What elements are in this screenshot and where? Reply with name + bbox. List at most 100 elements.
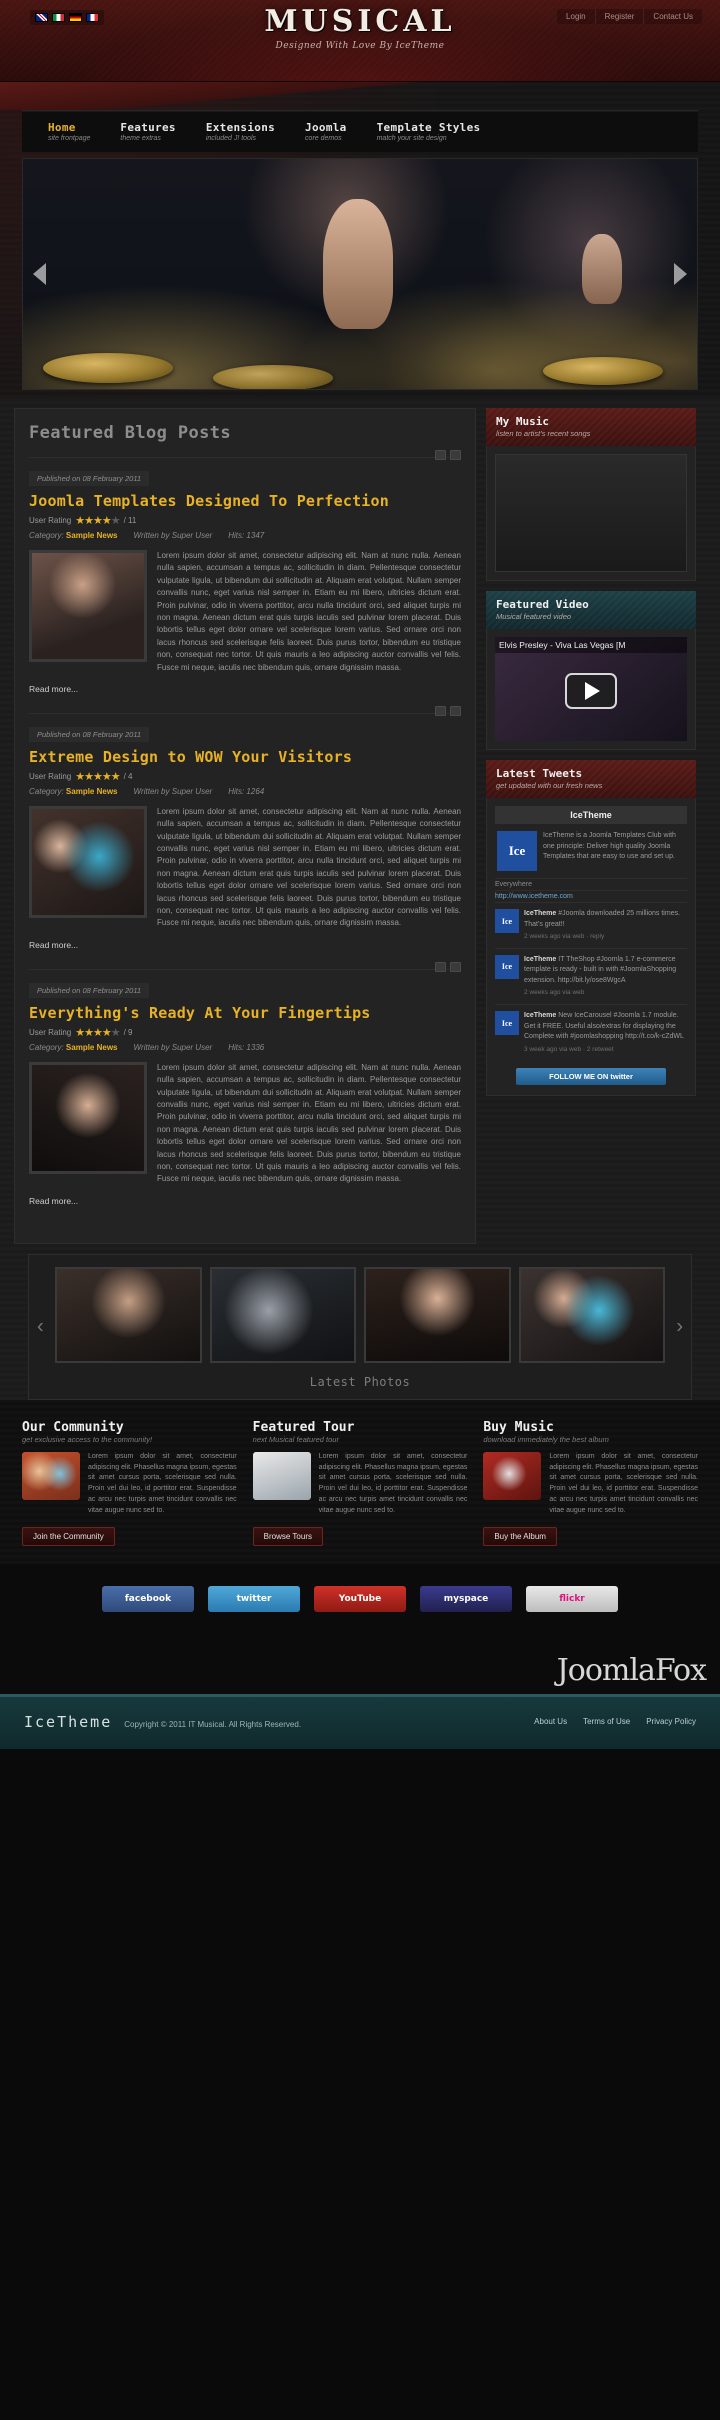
module-body: Elvis Presley - Viva Las Vegas [M <box>486 629 696 750</box>
post-thumbnail[interactable] <box>29 805 147 918</box>
email-icon[interactable] <box>450 961 461 972</box>
nav-item-features[interactable]: Features theme extras <box>106 121 191 142</box>
chevron-right-icon[interactable]: › <box>676 1315 683 1338</box>
nav-item-extensions[interactable]: Extensions included J! tools <box>192 121 291 142</box>
about-us-link[interactable]: About Us <box>534 1717 567 1726</box>
read-more-link[interactable]: Read more... <box>29 684 78 694</box>
second-figure <box>582 234 622 304</box>
site-footer: IceTheme Copyright © 2011 IT Musical. Al… <box>0 1693 720 1749</box>
read-more-link[interactable]: Read more... <box>29 940 78 950</box>
community-icon <box>22 1451 80 1500</box>
read-more-link[interactable]: Read more... <box>29 1196 78 1206</box>
rating-stars[interactable]: ★★★★★ <box>75 770 120 783</box>
twitter-icon[interactable]: twitter <box>208 1585 300 1612</box>
print-icon[interactable] <box>435 961 446 972</box>
slider-prev-icon[interactable] <box>33 263 46 285</box>
nav-item-template-styles[interactable]: Template Styles match your site design <box>363 121 497 142</box>
video-player[interactable]: Elvis Presley - Viva Las Vegas [M <box>495 637 687 741</box>
photo-thumb[interactable] <box>364 1266 511 1363</box>
post-thumbnail[interactable] <box>29 550 147 662</box>
buy-the-album-button[interactable]: Buy the Album <box>483 1526 557 1546</box>
login-link[interactable]: Login <box>557 9 596 24</box>
photo-thumb[interactable] <box>518 1266 665 1363</box>
main-column: Featured Blog Posts Published on 08 Febr… <box>14 408 476 1244</box>
post-title[interactable]: Extreme Design to WOW Your Visitors <box>29 748 461 766</box>
page-root: MUSICAL Designed With Love By IceTheme L… <box>0 0 720 1749</box>
myspace-icon[interactable]: myspace <box>420 1585 512 1612</box>
tweet-time: 2 weeks ago via web · reply <box>524 933 605 940</box>
site-header: MUSICAL Designed With Love By IceTheme L… <box>0 0 720 82</box>
tweet-time: 2 weeks ago via web <box>524 989 585 997</box>
youtube-icon[interactable]: YouTube <box>314 1585 406 1612</box>
module-title: Buy Music <box>483 1419 554 1435</box>
post-title[interactable]: Joomla Templates Designed To Perfection <box>29 492 461 510</box>
email-icon[interactable] <box>450 705 461 716</box>
joomlafox-brandmark: JoomlaFox <box>556 1652 707 1688</box>
terms-of-use-link[interactable]: Terms of Use <box>583 1717 630 1726</box>
post-tools <box>435 705 461 716</box>
tweet-item: Ice IceTheme IT TheShop #Joomla 1.7 e-co… <box>495 947 687 1004</box>
print-icon[interactable] <box>435 450 446 460</box>
video-title: Elvis Presley - Viva Las Vegas [M <box>495 637 687 653</box>
nav-item-joomla[interactable]: Joomla core demos <box>291 121 363 142</box>
rating-label: User Rating <box>29 1027 72 1037</box>
vinyl-record-icon <box>483 1451 542 1500</box>
cymbal-left <box>43 353 173 383</box>
browse-tours-button[interactable]: Browse Tours <box>252 1526 323 1546</box>
photo-thumb[interactable] <box>55 1266 202 1363</box>
post-rating[interactable]: User Rating ★★★★★ / 9 <box>29 1026 461 1039</box>
bottom-modules: Our Community get exclusive access to th… <box>0 1399 720 1564</box>
nav-item-home[interactable]: Home site frontpage <box>34 121 106 142</box>
post-rating[interactable]: User Rating ★★★★★ / 11 <box>29 514 461 527</box>
music-player[interactable] <box>495 454 687 572</box>
privacy-policy-link[interactable]: Privacy Policy <box>646 1717 696 1726</box>
tweet-item: Ice IceTheme #Joomla downloaded 25 milli… <box>495 902 687 948</box>
post-meta: Category: Sample News Written by Super U… <box>29 787 461 796</box>
print-icon[interactable] <box>435 705 446 716</box>
post-category[interactable]: Category: Sample News <box>29 531 118 540</box>
module-title: Featured Video <box>496 598 589 611</box>
tweet-text: IceTheme New IceCarousel #Joomla 1.7 mod… <box>524 1011 687 1054</box>
chevron-left-icon[interactable]: ‹ <box>37 1315 44 1338</box>
drummer-figure <box>323 199 393 329</box>
follow-on-twitter-button[interactable]: FOLLOW ME ON twitter <box>516 1068 666 1086</box>
nav-title: Joomla <box>305 121 347 134</box>
main-nav: Home site frontpage Features theme extra… <box>22 110 698 152</box>
module-subtitle: Musical featured video <box>496 612 572 621</box>
blog-post: Published on 08 February 2011 Extreme De… <box>29 705 461 953</box>
rating-stars[interactable]: ★★★★★ <box>75 1026 120 1039</box>
top-links: Login Register Contact Us <box>557 9 702 24</box>
post-category[interactable]: Category: Sample News <box>29 1043 118 1052</box>
flickr-icon[interactable]: flickr <box>526 1585 618 1612</box>
facebook-icon[interactable]: facebook <box>102 1585 194 1612</box>
post-meta: Category: Sample News Written by Super U… <box>29 531 461 540</box>
photo-thumb[interactable] <box>209 1266 356 1363</box>
module-subtitle: listen to artist's recent songs <box>496 429 591 438</box>
post-title[interactable]: Everything's Ready At Your Fingertips <box>29 1004 461 1022</box>
email-icon[interactable] <box>450 450 461 460</box>
register-link[interactable]: Register <box>596 9 645 24</box>
rating-votes: / 9 <box>123 1027 133 1037</box>
hero-slider[interactable] <box>22 158 698 390</box>
post-published-date: Published on 08 February 2011 <box>29 726 150 742</box>
post-author: Written by Super User <box>133 1042 213 1052</box>
twitter-website[interactable]: http://www.icetheme.com <box>495 890 687 902</box>
contact-us-link[interactable]: Contact Us <box>644 9 702 24</box>
join-the-community-button[interactable]: Join the Community <box>22 1526 115 1546</box>
post-thumbnail[interactable] <box>29 1061 147 1174</box>
module-title: Featured Tour <box>252 1419 355 1435</box>
twitter-account-name[interactable]: IceTheme <box>495 806 687 824</box>
post-text: Lorem ipsum dolor sit amet, consectetur … <box>157 551 461 672</box>
post-rating[interactable]: User Rating ★★★★★ / 4 <box>29 770 461 783</box>
post-category[interactable]: Category: Sample News <box>29 787 118 796</box>
logo-tagline: Designed With Love By IceTheme <box>275 41 445 51</box>
footer-logo[interactable]: IceTheme <box>24 1713 112 1731</box>
nav-sub: match your site design <box>376 135 447 142</box>
cymbal-center <box>213 365 333 389</box>
avatar: Ice <box>495 1011 519 1035</box>
slider-next-icon[interactable] <box>674 263 687 285</box>
module-header: Latest Tweets get updated with our fresh… <box>486 760 696 798</box>
rating-stars[interactable]: ★★★★★ <box>75 514 120 527</box>
play-button-icon[interactable] <box>565 673 617 710</box>
post-meta: Category: Sample News Written by Super U… <box>29 1043 461 1052</box>
